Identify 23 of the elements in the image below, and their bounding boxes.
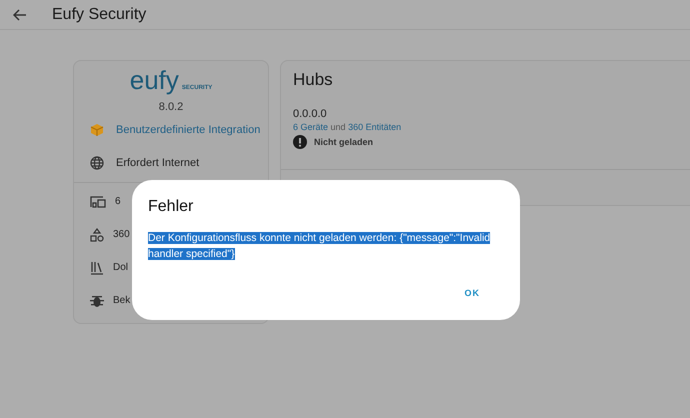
section-title: Hubs <box>293 70 334 90</box>
version-label: 8.0.2 <box>158 101 184 113</box>
hub-name: 0.0.0.0 <box>293 108 328 120</box>
globe-icon <box>90 156 104 170</box>
page-title: Eufy Security <box>52 6 146 24</box>
menu-link[interactable]: 6 <box>115 196 121 207</box>
package-icon <box>90 122 104 136</box>
back-icon[interactable] <box>13 8 27 20</box>
dialog-title: Fehler <box>148 198 194 216</box>
logo-wordmark: eufy <box>130 67 179 93</box>
menu-link[interactable]: Dol <box>113 262 128 273</box>
alert-icon <box>293 135 307 149</box>
devices-icon <box>90 196 106 208</box>
menu-link[interactable]: 360 <box>113 229 130 240</box>
ok-button[interactable]: OK <box>454 282 490 304</box>
menu-link[interactable]: Bek <box>113 295 130 306</box>
requirement-label: Erfordert Internet <box>116 156 200 168</box>
books-icon <box>90 260 104 274</box>
shapes-icon <box>90 228 104 242</box>
bug-icon <box>90 294 104 308</box>
conjunction-label: und <box>330 122 346 132</box>
integration-type-label: Benutzerdefinierte Integration <box>116 124 260 136</box>
status-label: Nicht geladen <box>314 137 374 147</box>
